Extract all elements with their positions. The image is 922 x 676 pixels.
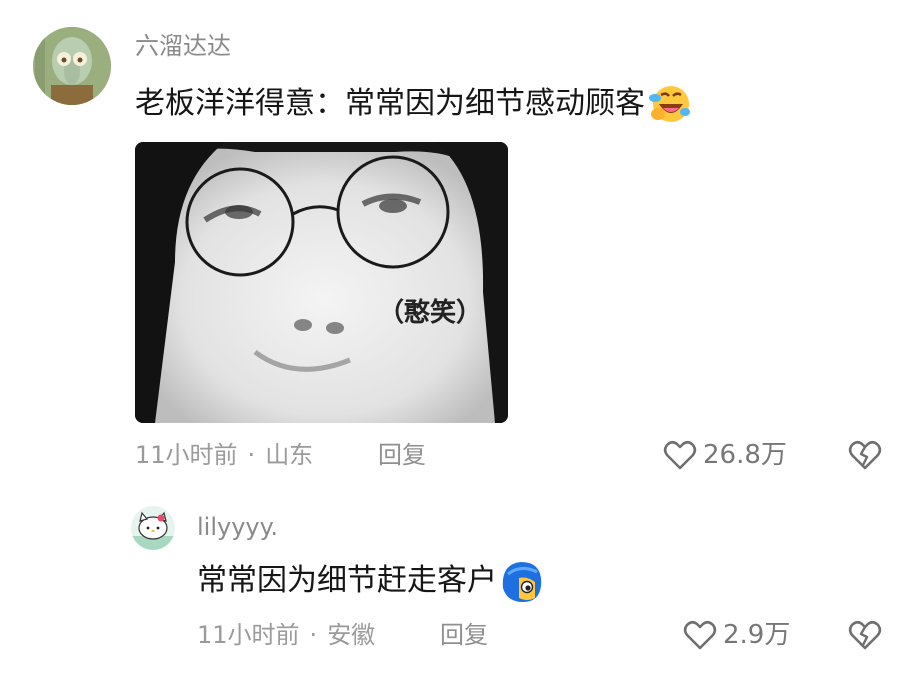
- meta-separator: ·: [247, 441, 256, 469]
- smirking-face-meme-drawing: [135, 142, 508, 423]
- reply-like-count: 2.9万: [723, 620, 791, 650]
- comment-meta: 11小时前 · 山东: [135, 440, 313, 470]
- blue-hair-peeking-face-emoji-icon: [499, 558, 545, 604]
- squidward-avatar-image: [33, 27, 111, 105]
- reply-like-button[interactable]: 2.9万: [683, 619, 790, 651]
- heart-outline-icon: [683, 619, 717, 651]
- reply-meta: 11小时前 · 安徽: [197, 620, 375, 650]
- reply-text: 常常因为细节赶走客户: [197, 563, 497, 598]
- comment-username[interactable]: 六溜达达: [135, 31, 231, 61]
- like-button[interactable]: 26.8万: [663, 439, 787, 471]
- comment-location: 山东: [265, 441, 314, 469]
- reply-text-row: 常常因为细节赶走客户: [197, 558, 545, 604]
- heart-outline-icon: [663, 439, 697, 471]
- meta-separator: ·: [309, 621, 318, 649]
- hello-kitty-avatar-image: [131, 506, 175, 550]
- dislike-button[interactable]: [848, 439, 882, 475]
- reply-username[interactable]: lilyyyy.: [197, 512, 278, 542]
- laughing-crying-face-emoji-icon: [647, 82, 691, 126]
- avatar[interactable]: [33, 27, 111, 105]
- reply-dislike-button[interactable]: [848, 619, 882, 655]
- broken-heart-icon: [848, 619, 882, 651]
- meme-caption: （憨笑）: [378, 298, 483, 328]
- comment-text: 老板洋洋得意：常常因为细节感动顾客: [135, 86, 645, 121]
- reply-time: 11小时前: [197, 621, 300, 649]
- reply-location: 安徽: [327, 621, 376, 649]
- reply-button[interactable]: 回复: [378, 440, 426, 470]
- reply-avatar[interactable]: [131, 506, 175, 550]
- reply-to-reply-button[interactable]: 回复: [440, 620, 488, 650]
- meme-image[interactable]: （憨笑）: [135, 142, 508, 423]
- comment-time: 11小时前: [135, 441, 238, 469]
- broken-heart-icon: [848, 439, 882, 471]
- comment-text-row: 老板洋洋得意：常常因为细节感动顾客: [135, 82, 691, 126]
- like-count: 26.8万: [703, 440, 787, 470]
